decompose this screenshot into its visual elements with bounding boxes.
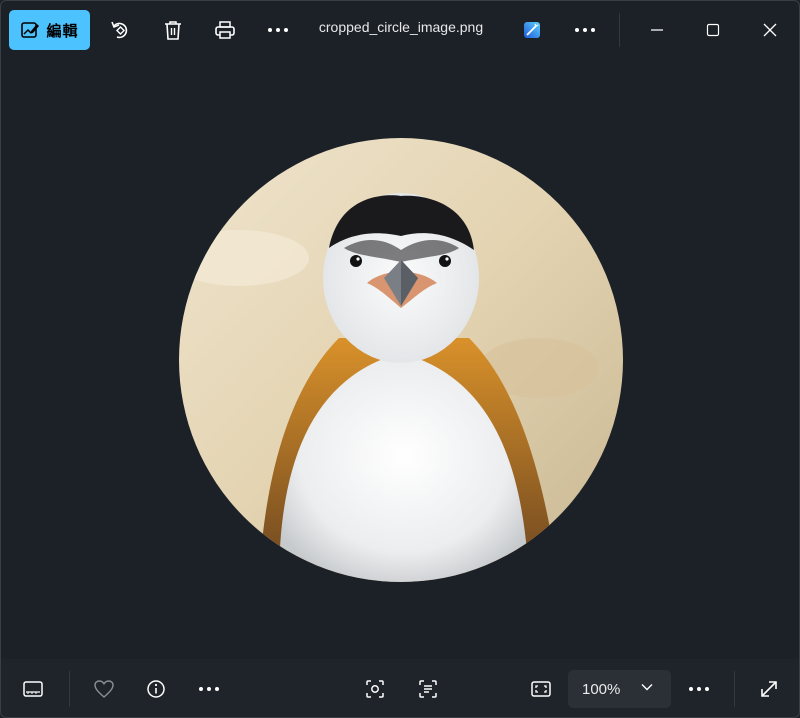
magic-edit-icon <box>524 22 540 38</box>
zoom-level-value: 100% <box>582 680 621 698</box>
heart-icon <box>94 680 114 698</box>
zoom-level-dropdown[interactable]: 100% <box>568 670 671 708</box>
bottom-divider-right <box>734 671 735 707</box>
toolbar-divider <box>619 13 620 47</box>
more-bottom-button[interactable] <box>193 672 225 706</box>
minimize-icon <box>651 29 663 31</box>
print-button[interactable] <box>210 13 240 47</box>
fit-to-window-button[interactable] <box>525 672 557 706</box>
file-name-title: cropped_circle_image.png <box>318 19 484 35</box>
filmstrip-button[interactable] <box>17 672 49 706</box>
edit-button-label: 編輯 <box>46 21 79 40</box>
visual-search-icon <box>366 680 384 698</box>
chevron-down-icon <box>641 684 653 691</box>
penguin-image <box>179 138 623 582</box>
rotate-button[interactable] <box>105 13 135 47</box>
fit-to-window-icon <box>531 681 551 697</box>
edit-button[interactable]: 編輯 <box>9 10 90 50</box>
close-icon <box>763 23 777 37</box>
more-options-right-button[interactable] <box>570 13 600 47</box>
text-scan-icon <box>419 680 437 698</box>
more-dots-icon <box>199 687 219 691</box>
more-dots-icon <box>575 28 595 32</box>
info-button[interactable] <box>140 672 172 706</box>
info-icon <box>147 680 165 698</box>
print-icon <box>215 21 235 39</box>
penguin-photo <box>179 138 623 582</box>
delete-button[interactable] <box>158 13 188 47</box>
bottom-divider-left <box>69 671 70 707</box>
bottom-toolbar: 100% <box>1 659 799 717</box>
photos-app-window: 編輯 cropped_circle_image.png 100% <box>0 0 800 718</box>
text-scan-button[interactable] <box>412 672 444 706</box>
more-dots-icon <box>268 28 288 32</box>
maximize-icon <box>706 23 720 37</box>
visual-search-button[interactable] <box>359 672 391 706</box>
more-options-button[interactable] <box>263 13 293 47</box>
filmstrip-icon <box>23 681 43 697</box>
designer-edit-button[interactable] <box>517 15 547 45</box>
trash-icon <box>165 21 181 40</box>
minimize-button[interactable] <box>641 13 673 47</box>
edit-image-icon <box>21 22 40 38</box>
top-toolbar: 編輯 cropped_circle_image.png <box>1 1 799 59</box>
fullscreen-icon <box>761 681 777 697</box>
favorite-button[interactable] <box>88 672 120 706</box>
fullscreen-button[interactable] <box>753 672 785 706</box>
maximize-button[interactable] <box>697 13 729 47</box>
rotate-icon <box>111 21 128 39</box>
more-right-bottom-button[interactable] <box>683 672 715 706</box>
more-dots-icon <box>689 687 709 691</box>
close-button[interactable] <box>754 13 786 47</box>
